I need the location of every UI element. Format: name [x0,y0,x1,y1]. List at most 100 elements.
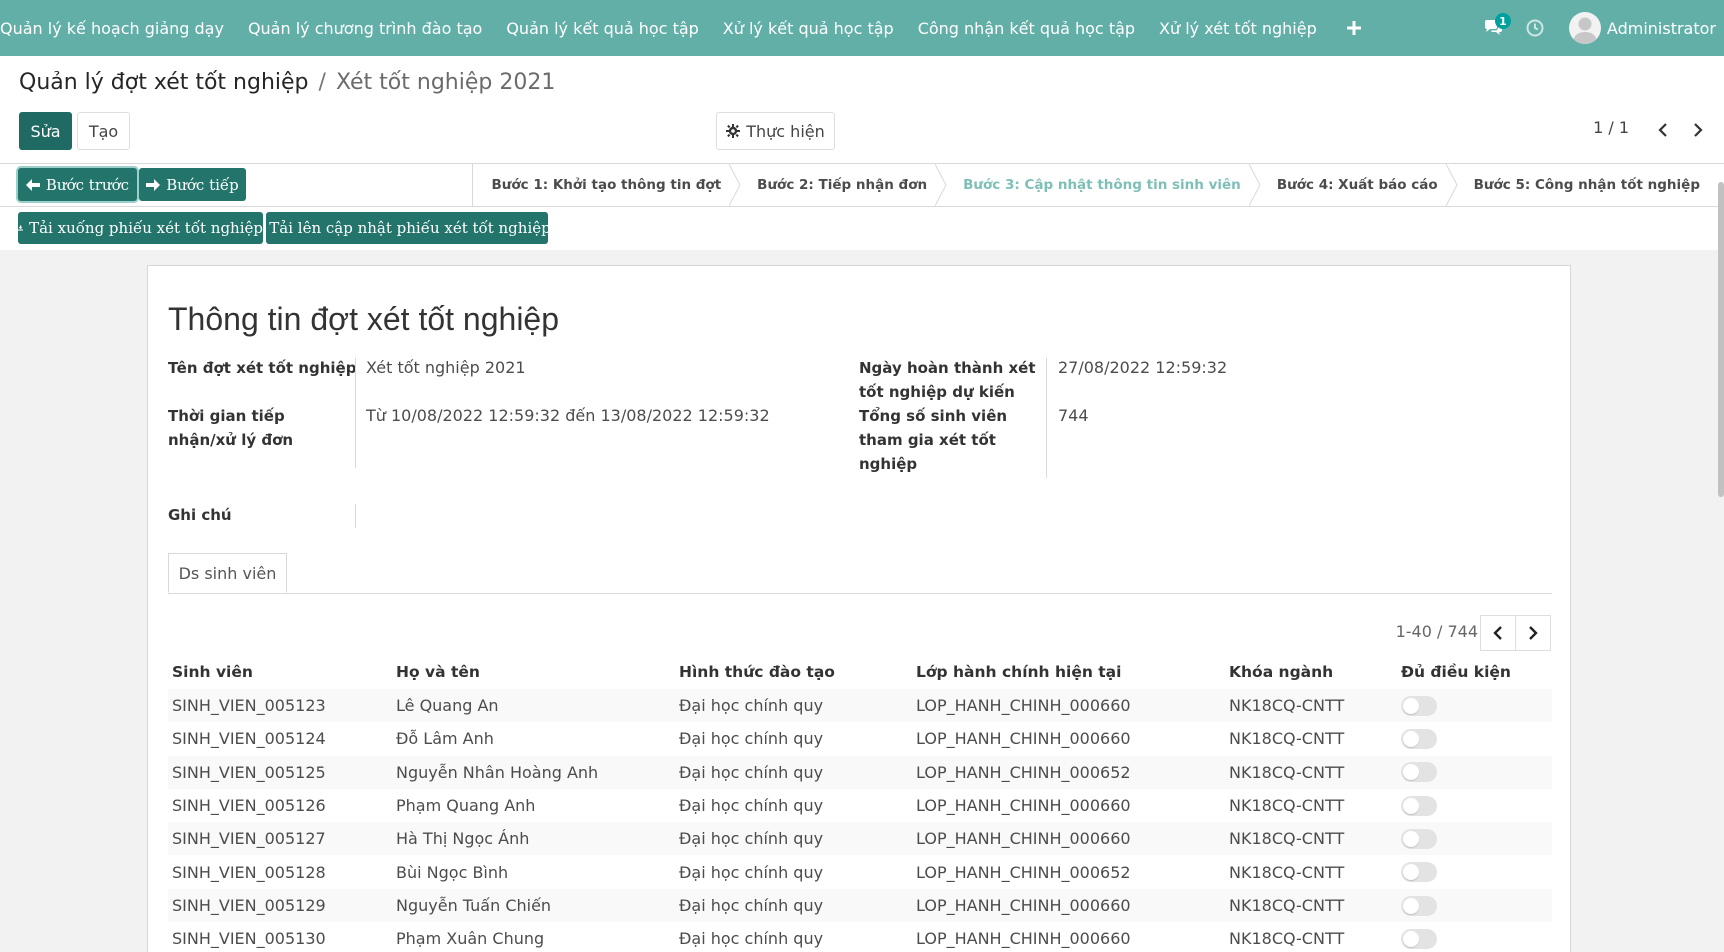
field-value-tong-so[interactable]: 744 [1058,404,1089,428]
table-row[interactable]: SINH_VIEN_005126 Phạm Quang Anh Đại học … [168,789,1552,822]
list-pager: 1-40 / 744 [1395,622,1478,641]
eligibility-toggle[interactable] [1401,762,1437,783]
column-header-du-dieu-kien[interactable]: Đủ điều kiện [1397,655,1552,689]
menu-xu-ly-ket-qua[interactable]: Xử lý kết quả học tập [711,0,906,56]
table-row[interactable]: SINH_VIEN_005125 Nguyễn Nhân Hoàng Anh Đ… [168,755,1552,789]
cell-khoa-nganh: NK18CQ-CNTT [1229,829,1345,849]
menu-chuong-trinh-dao-tao[interactable]: Quản lý chương trình đào tạo [236,0,494,56]
tab-underline [168,593,1552,594]
page-scrollbar[interactable] [1718,182,1724,497]
step-2[interactable]: Bước 2: Tiếp nhận đơn [731,164,947,206]
table-row[interactable]: SINH_VIEN_005124 Đỗ Lâm Anh Đại học chín… [168,722,1552,755]
cell-khoa-nganh: NK18CQ-CNTT [1229,895,1345,915]
table-row[interactable]: SINH_VIEN_005123 Lê Quang An Đại học chí… [168,689,1552,723]
list-next-button[interactable] [1515,615,1551,651]
step-3-active[interactable]: Bước 3: Cập nhật thông tin sinh viên [937,164,1261,206]
student-list-table: Sinh viên Họ và tên Hình thức đào tạo Lớ… [168,655,1552,952]
breadcrumb-current: Xét tốt nghiệp 2021 [335,70,556,95]
plus-icon[interactable] [1329,0,1379,56]
notification-badge: 1 [1494,13,1511,29]
cell-hinh-thuc: Đại học chính quy [679,762,824,782]
field-value-ngay-hoan-thanh[interactable]: 27/08/2022 12:59:32 [1058,356,1227,380]
table-row[interactable]: SINH_VIEN_005130 Phạm Xuân Chung Đại học… [168,922,1552,952]
next-step-button[interactable]: Bước tiếp [139,168,246,201]
menu-ket-qua-hoc-tap[interactable]: Quản lý kết quả học tập [494,0,710,56]
eligibility-toggle[interactable] [1401,928,1437,949]
cell-du-dieu-kien [1397,689,1552,722]
column-header-sinh-vien[interactable]: Sinh viên [168,655,392,689]
column-header-khoa-nganh[interactable]: Khóa ngành [1225,655,1397,689]
cell-lop: LOP_HANH_CHINH_000660 [916,929,1131,949]
action-button-label: Thực hiện [746,121,825,141]
chevron-right-icon [1529,626,1538,640]
table-row[interactable]: SINH_VIEN_005128 Bùi Ngọc Bình Đại học c… [168,855,1552,888]
column-header-lop[interactable]: Lớp hành chính hiện tại [912,655,1225,689]
download-form-button[interactable]: Tải xuống phiếu xét tốt nghiệp [18,212,263,244]
field-divider [355,358,356,468]
divider [0,206,1724,207]
breadcrumb-separator: / [318,70,326,95]
cell-du-dieu-kien [1397,722,1552,755]
field-label-tong-so-line-3: nghiệp [859,455,918,473]
step-4[interactable]: Bước 4: Xuất báo cáo [1250,164,1458,206]
eligibility-toggle[interactable] [1401,895,1437,916]
menu-ke-hoach-giang-day[interactable]: Quản lý kế hoạch giảng dạy [0,0,236,56]
cell-hinh-thuc: Đại học chính quy [679,729,824,749]
cell-sinh-vien: SINH_VIEN_005123 [172,696,326,716]
cell-du-dieu-kien [1397,889,1552,922]
eligibility-toggle[interactable] [1401,695,1437,716]
field-label-ten-dot: Tên đợt xét tốt nghiệp [168,359,357,377]
eligibility-toggle[interactable] [1401,829,1437,850]
main-menu: Quản lý kế hoạch giảng dạy Quản lý chươn… [0,0,1379,56]
step-5[interactable]: Bước 5: Công nhận tốt nghiệp [1447,164,1724,206]
table-header-row: Sinh viên Họ và tên Hình thức đào tạo Lớ… [168,655,1552,689]
cell-ho-ten: Hà Thị Ngọc Ánh [396,829,530,849]
activity-button[interactable] [1513,0,1557,56]
action-button[interactable]: Thực hiện [716,112,835,150]
cell-hinh-thuc: Đại học chính quy [679,829,824,849]
download-icon [18,225,24,231]
step-4-label: Bước 4: Xuất báo cáo [1276,177,1438,193]
cell-lop: LOP_HANH_CHINH_000660 [916,696,1131,716]
clock-icon [1526,19,1544,37]
field-label-ngay-hoan-thanh-line-1: Ngày hoàn thành xét [859,359,1036,377]
user-name: Administrator [1606,18,1716,38]
create-button[interactable]: Tạo [77,112,130,150]
cell-khoa-nganh: NK18CQ-CNTT [1229,862,1345,882]
table-row[interactable]: SINH_VIEN_005129 Nguyễn Tuấn Chiến Đại h… [168,888,1552,923]
cell-ho-ten: Nguyễn Tuấn Chiến [396,895,552,915]
pager-previous-button[interactable] [1653,118,1673,142]
eligibility-toggle[interactable] [1401,862,1437,883]
previous-step-button[interactable]: Bước trước [18,168,137,201]
cell-ho-ten: Lê Quang An [396,696,499,716]
step-1[interactable]: Bước 1: Khởi tạo thông tin đợt [472,164,741,206]
field-label-ngay-hoan-thanh-line-2: tốt nghiệp dự kiến [859,383,1015,401]
cell-sinh-vien: SINH_VIEN_005126 [172,796,326,816]
pager-next-button[interactable] [1688,118,1708,142]
cell-sinh-vien: SINH_VIEN_005127 [172,829,326,849]
cell-khoa-nganh: NK18CQ-CNTT [1229,729,1345,749]
edit-button[interactable]: Sửa [19,112,72,150]
upload-form-button[interactable]: Tải lên cập nhật phiếu xét tốt nghiệp [266,212,551,244]
menu-xet-tot-nghiep[interactable]: Xử lý xét tốt nghiệp [1147,0,1329,56]
user-menu[interactable]: Administrator [1557,0,1724,56]
eligibility-toggle[interactable] [1401,729,1437,750]
field-value-ten-dot[interactable]: Xét tốt nghiệp 2021 [366,356,526,380]
upload-form-label: Tải lên cập nhật phiếu xét tốt nghiệp [269,219,551,237]
list-previous-button[interactable] [1480,615,1516,651]
cell-du-dieu-kien [1397,922,1552,952]
menu-cong-nhan-ket-qua[interactable]: Công nhận kết quả học tập [906,0,1147,56]
form-title: Thông tin đợt xét tốt nghiệp [168,301,560,337]
cell-hinh-thuc: Đại học chính quy [679,929,824,949]
field-value-thoi-gian[interactable]: Từ 10/08/2022 12:59:32 đến 13/08/2022 12… [366,404,770,428]
gear-icon [726,124,741,138]
column-header-ho-ten[interactable]: Họ và tên [392,655,675,689]
field-label-thoi-gian-line-1: Thời gian tiếp [168,407,285,425]
breadcrumb-parent[interactable]: Quản lý đợt xét tốt nghiệp [19,70,309,95]
tab-ds-sinh-vien[interactable]: Ds sinh viên [168,553,287,593]
table-row[interactable]: SINH_VIEN_005127 Hà Thị Ngọc Ánh Đại học… [168,822,1552,856]
step-5-label: Bước 5: Công nhận tốt nghiệp [1473,177,1700,193]
messaging-button[interactable]: 1 [1473,0,1513,56]
eligibility-toggle[interactable] [1401,795,1437,816]
column-header-hinh-thuc[interactable]: Hình thức đào tạo [675,655,912,689]
